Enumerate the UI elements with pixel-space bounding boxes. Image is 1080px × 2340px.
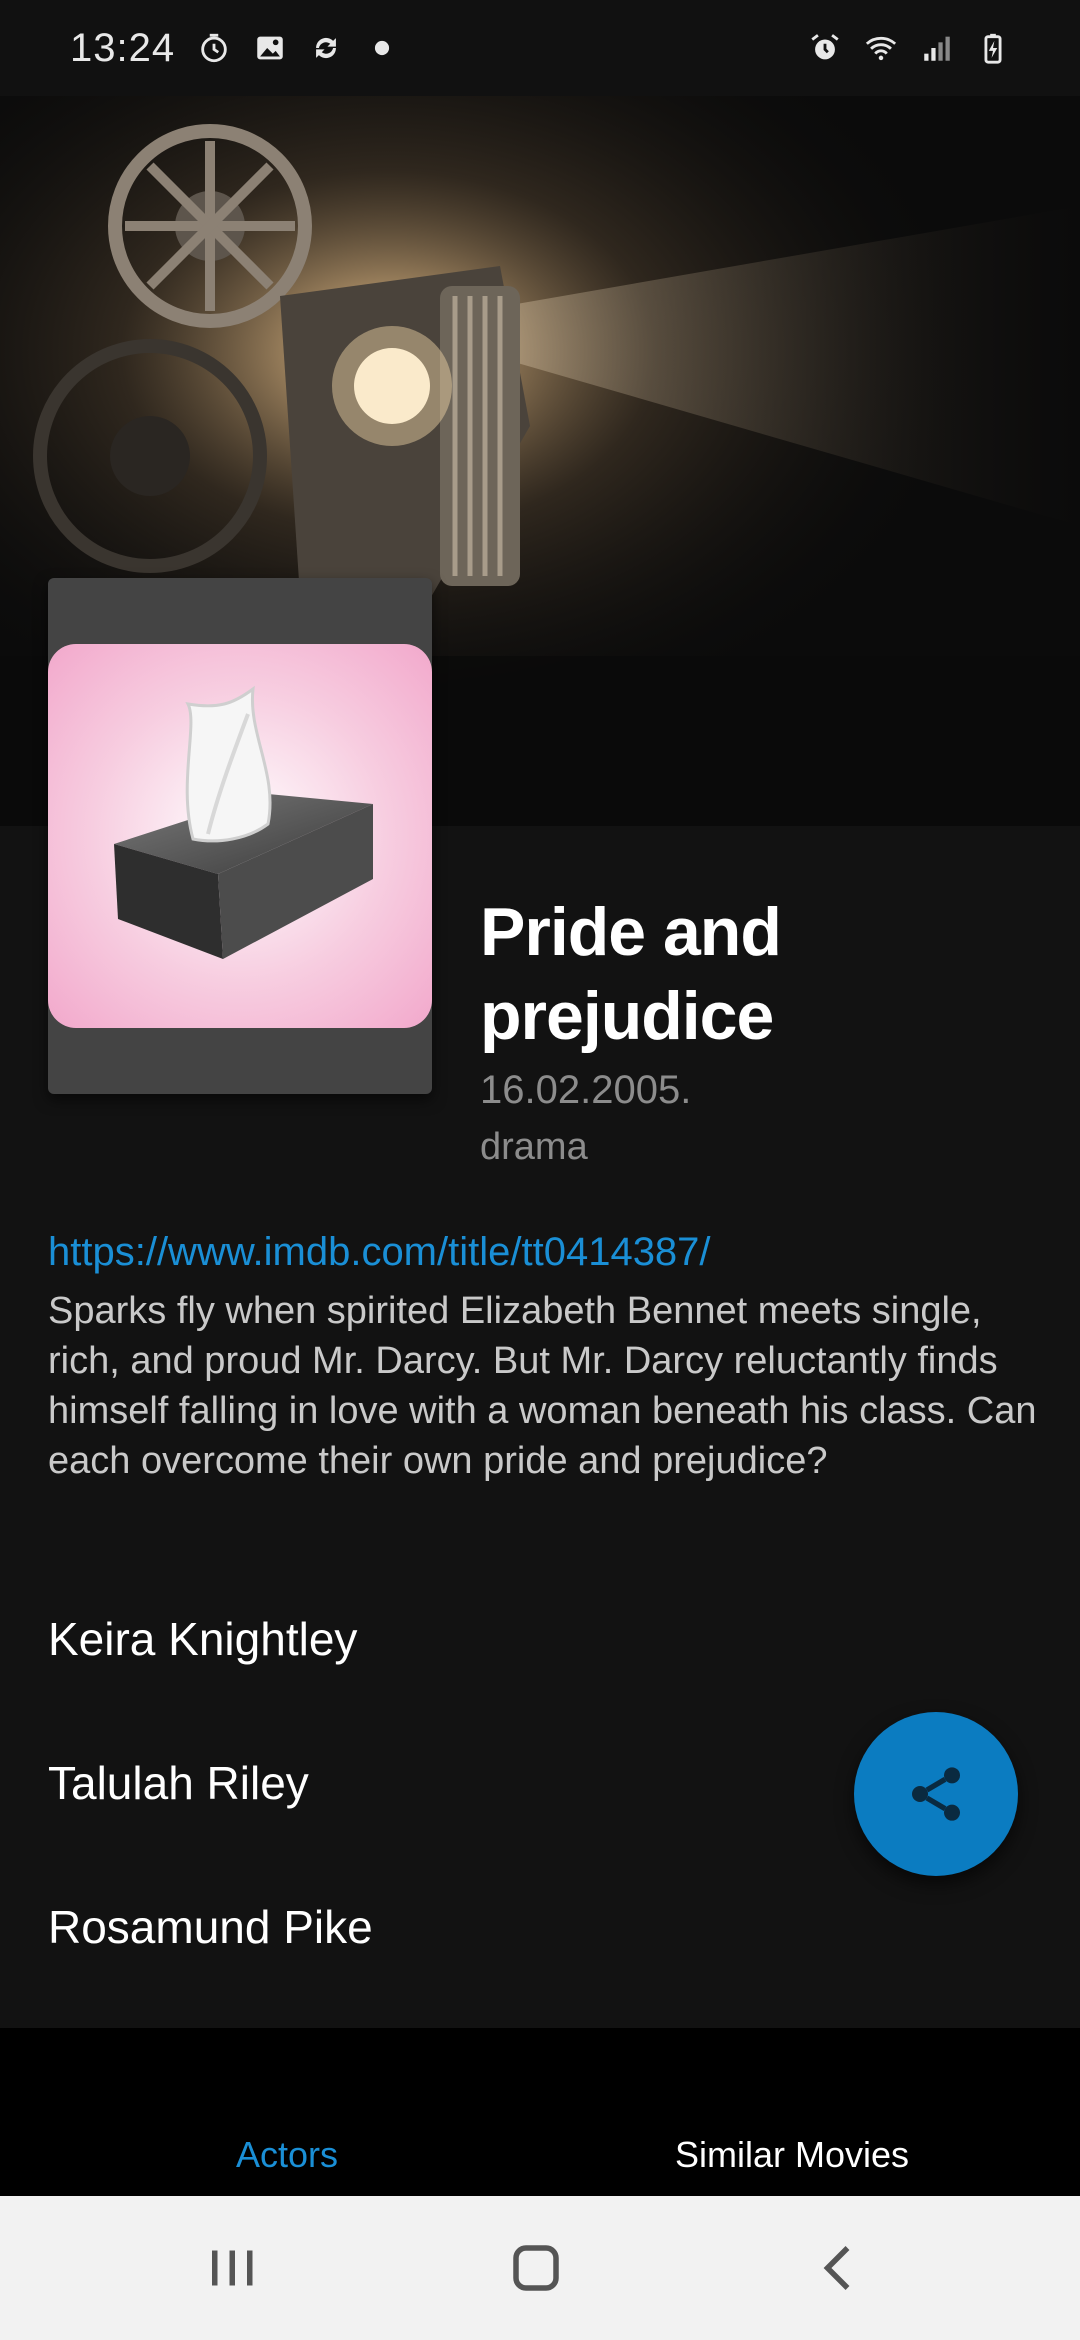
share-icon [904, 1762, 968, 1826]
status-left: 13:24 [70, 26, 399, 71]
wifi-icon [864, 31, 898, 65]
recent-apps-icon [202, 2238, 262, 2298]
dot-icon [365, 31, 399, 65]
status-time: 13:24 [70, 25, 176, 70]
tissue-box-icon [48, 644, 432, 1028]
tab-similar-movies[interactable]: Similar Movies [504, 2028, 1080, 2196]
status-right [808, 31, 1010, 65]
actor-item[interactable]: Talulah Riley [48, 1756, 309, 1810]
actor-item[interactable]: Rosamund Pike [48, 1900, 373, 1954]
back-button[interactable] [804, 2232, 876, 2304]
tab-actors[interactable]: Actors [0, 2028, 574, 2196]
alarm-icon [808, 31, 842, 65]
image-icon [253, 31, 287, 65]
battery-icon [976, 31, 1010, 65]
genre-label: drama [480, 1126, 588, 1168]
timer-icon [197, 31, 231, 65]
home-button[interactable] [500, 2232, 572, 2304]
release-date: 16.02.2005. [480, 1068, 692, 1112]
movie-overview: Sparks fly when spirited Elizabeth Benne… [48, 1290, 1037, 1482]
back-icon [810, 2238, 870, 2298]
sync-icon [309, 31, 343, 65]
movie-poster[interactable] [48, 578, 432, 1094]
navigation-bar [0, 2196, 1080, 2340]
movie-details-screen: 13:24 Pride and prejudice 16.02.2005. dr… [0, 0, 1080, 2340]
imdb-link[interactable]: https://www.imdb.com/title/tt0414387/ [48, 1230, 711, 1275]
home-icon [506, 2238, 566, 2298]
movie-title: Pride and prejudice [480, 894, 782, 1054]
signal-icon [920, 31, 954, 65]
share-button[interactable] [854, 1712, 1018, 1876]
actor-item[interactable]: Keira Knightley [48, 1612, 357, 1666]
recent-apps-button[interactable] [196, 2232, 268, 2304]
bottom-tab-bar: Actors Similar Movies [0, 2028, 1080, 2196]
status-bar: 13:24 [0, 0, 1080, 96]
